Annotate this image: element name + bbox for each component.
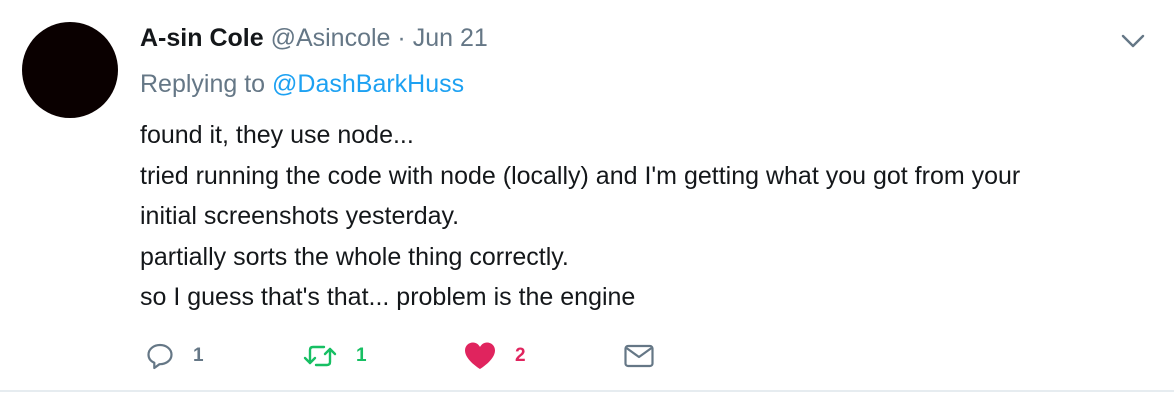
tweet-text-line: so I guess that's that... problem is the… (140, 283, 636, 311)
reply-icon (147, 343, 173, 370)
tweet-text-line: tried running the code with node (locall… (140, 161, 1021, 190)
retweet-button[interactable]: 1 (302, 338, 367, 374)
tweet-actions: 1 1 2 (145, 338, 705, 374)
reply-button[interactable]: 1 (145, 338, 204, 374)
author-handle[interactable]: @Asincole (271, 24, 391, 52)
replying-to-line: Replying to @DashBarkHuss (140, 68, 464, 100)
tweet-header: A-sin Cole @Asincole · Jun 21 (140, 22, 488, 54)
tweet-text-line: partially sorts the whole thing correctl… (140, 242, 569, 271)
replying-to-mention[interactable]: @DashBarkHuss (272, 70, 464, 98)
chevron-down-icon[interactable] (1118, 26, 1148, 56)
reply-count: 1 (193, 345, 204, 366)
tweet-date[interactable]: Jun 21 (413, 24, 488, 52)
like-button[interactable]: 2 (463, 338, 526, 374)
avatar[interactable] (22, 22, 118, 118)
heart-icon (465, 342, 495, 369)
tweet-text: found it, they use node... tried running… (140, 115, 1160, 318)
retweet-icon (303, 345, 337, 367)
replying-to-prefix: Replying to (140, 70, 266, 98)
envelope-icon (624, 344, 654, 368)
tweet-text-line: initial screenshots yesterday. (140, 202, 460, 230)
author-name[interactable]: A-sin Cole (140, 24, 264, 52)
direct-message-button[interactable] (623, 338, 655, 374)
tweet-text-line: found it, they use node... (140, 121, 414, 149)
tweet-card[interactable]: A-sin Cole @Asincole · Jun 21 Replying t… (0, 0, 1174, 392)
like-count: 2 (515, 345, 526, 366)
header-separator: · (397, 24, 406, 52)
retweet-count: 1 (356, 345, 367, 366)
